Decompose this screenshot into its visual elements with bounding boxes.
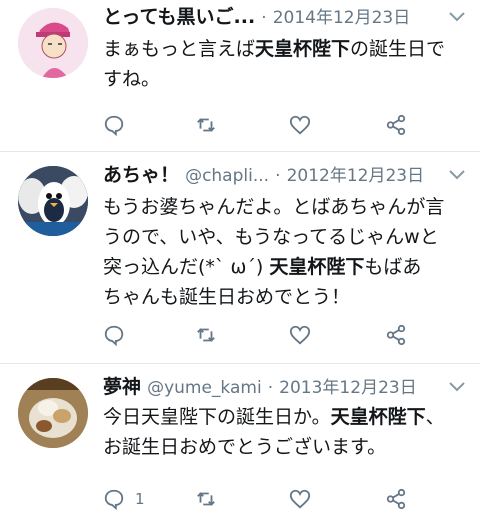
retweet-button[interactable] xyxy=(195,112,217,138)
text-segment: もうお婆ちゃんだよ。とばあちゃんが言 xyxy=(103,196,445,218)
tweet-text-line: もうお婆ちゃんだよ。とばあちゃんが言 xyxy=(103,192,460,222)
text-segment: まぁもっと言えば xyxy=(103,38,256,60)
chevron-down-icon[interactable] xyxy=(448,378,466,392)
text-segment: 、 xyxy=(425,406,445,428)
like-button[interactable] xyxy=(289,112,311,138)
text-segment: お誕生日おめでとうございます。 xyxy=(103,436,387,458)
avatar[interactable] xyxy=(18,166,88,236)
display-name[interactable]: あちゃ！ xyxy=(103,164,179,186)
tweet-text: まぁもっと言えば天皇杯陛下の誕生日で すね。 xyxy=(103,34,460,94)
highlighted-term: 天皇杯陛下 xyxy=(255,38,351,60)
text-segment: ちゃんも誕生日おめでとう！ xyxy=(103,286,351,308)
avatar-photo xyxy=(18,166,88,236)
avatar[interactable] xyxy=(18,8,88,78)
tweet-1[interactable]: とっても黒いご... · 2014年12月23日 まぁもっと言えば天皇杯陛下の誕… xyxy=(0,0,480,152)
tweet-header: あちゃ！ @chapli... · 2012年12月23日 xyxy=(103,162,440,189)
tweet-text: もうお婆ちゃんだよ。とばあちゃんが言 うので、いや、もうなってるじゃんwと 突っ… xyxy=(103,192,460,312)
tweet-text: 今日天皇陛下の誕生日か。天皇杯陛下、 お誕生日おめでとうございます。 xyxy=(103,402,460,462)
share-icon xyxy=(386,114,406,136)
share-icon xyxy=(386,488,406,510)
tweet-header: とっても黒いご... · 2014年12月23日 xyxy=(103,4,440,31)
tweet-date[interactable]: 2012年12月23日 xyxy=(287,166,425,186)
tweet-date[interactable]: 2014年12月23日 xyxy=(273,8,411,28)
tweet-text-line: 今日天皇陛下の誕生日か。天皇杯陛下、 xyxy=(103,402,460,432)
reply-button[interactable]: 1 xyxy=(103,486,145,512)
reply-icon xyxy=(104,325,124,346)
tweet-date[interactable]: 2013年12月23日 xyxy=(279,378,417,398)
text-segment: もばあ xyxy=(364,256,422,278)
highlighted-term: 天皇杯陛下 xyxy=(330,406,426,428)
tweet-2[interactable]: あちゃ！ @chapli... · 2012年12月23日 もうお婆ちゃんだよ。… xyxy=(0,152,480,364)
retweet-icon xyxy=(197,328,215,342)
text-segment: すね。 xyxy=(103,68,161,90)
user-handle[interactable]: @chapli... xyxy=(185,166,269,186)
text-segment: 突っ込んだ(*ˋ ω´) xyxy=(103,256,270,278)
reply-button[interactable] xyxy=(103,112,135,138)
tweet-text-line: うので、いや、もうなってるじゃんwと xyxy=(103,222,460,252)
tweet-header: 夢神 @yume_kami · 2013年12月23日 xyxy=(103,374,440,401)
text-segment: 今日天皇陛下の誕生日か。 xyxy=(103,406,331,428)
share-icon xyxy=(386,324,406,346)
heart-icon xyxy=(289,115,311,135)
tweet-actions xyxy=(103,112,413,138)
chevron-down-icon[interactable] xyxy=(448,8,466,22)
tweet-text-line: まぁもっと言えば天皇杯陛下の誕生日で xyxy=(103,34,460,64)
tweet-text-line: お誕生日おめでとうございます。 xyxy=(103,432,460,462)
share-button[interactable] xyxy=(385,112,407,138)
user-handle[interactable]: @yume_kami xyxy=(147,378,262,398)
separator-dot: · xyxy=(261,8,267,28)
avatar-illustration xyxy=(18,8,88,78)
reply-icon xyxy=(104,115,124,136)
reply-count: 1 xyxy=(135,490,145,508)
tweet-3[interactable]: 夢神 @yume_kami · 2013年12月23日 今日天皇陛下の誕生日か。… xyxy=(0,364,480,514)
tweet-text-line: 突っ込んだ(*ˋ ω´) 天皇杯陛下もばあ xyxy=(103,252,460,282)
retweet-button[interactable] xyxy=(195,486,217,512)
heart-icon xyxy=(289,489,311,509)
tweet-text-line: ちゃんも誕生日おめでとう！ xyxy=(103,282,460,312)
text-segment: うので、いや、もうなってるじゃんwと xyxy=(103,226,439,248)
retweet-icon xyxy=(197,492,215,506)
heart-icon xyxy=(289,325,311,345)
like-button[interactable] xyxy=(289,486,311,512)
separator-dot: · xyxy=(267,378,274,398)
display-name[interactable]: とっても黒いご... xyxy=(103,6,255,28)
tweet-actions: 1 xyxy=(103,486,413,512)
reply-button[interactable] xyxy=(103,322,135,348)
avatar-photo xyxy=(18,378,88,448)
retweet-icon xyxy=(197,118,215,132)
display-name[interactable]: 夢神 xyxy=(103,376,141,398)
retweet-button[interactable] xyxy=(195,322,217,348)
tweet-actions xyxy=(103,322,413,348)
tweet-text-line: すね。 xyxy=(103,64,460,94)
share-button[interactable] xyxy=(385,322,407,348)
avatar[interactable] xyxy=(18,378,88,448)
chevron-down-icon[interactable] xyxy=(448,166,466,180)
reply-icon xyxy=(104,489,124,510)
like-button[interactable] xyxy=(289,322,311,348)
highlighted-term: 天皇杯陛下 xyxy=(269,256,365,278)
share-button[interactable] xyxy=(385,486,407,512)
separator-dot: · xyxy=(275,166,281,186)
text-segment: の誕生日で xyxy=(350,38,446,60)
